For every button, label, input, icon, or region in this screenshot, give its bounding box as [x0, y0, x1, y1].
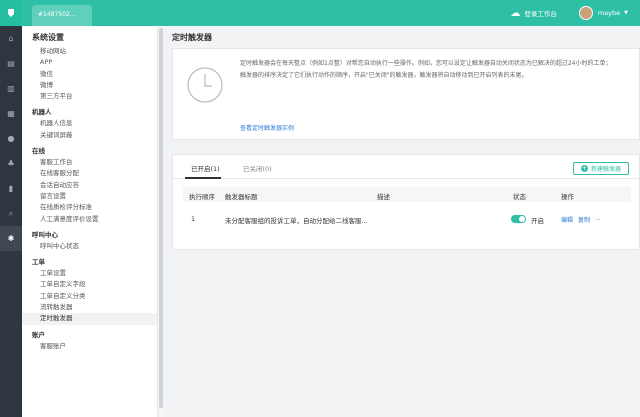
contacts-icon[interactable]: ▦	[0, 101, 22, 126]
sidebar-item-auto-reply[interactable]: 会话自动应答	[22, 180, 157, 191]
scrollbar-thumb[interactable]	[159, 28, 163, 408]
sidebar-item-agent-account[interactable]: 客服账户	[22, 341, 157, 352]
row-title: 未分配客服组的投诉工单，自动分配给二线客服...	[225, 217, 368, 225]
group-icon[interactable]: ♣	[0, 151, 22, 176]
workspace-link[interactable]: 登录工作台	[524, 8, 557, 18]
group-title-ticket: 工单	[32, 258, 45, 267]
sidebar-item-keyword-block[interactable]: 关键词屏蔽	[22, 130, 157, 141]
new-trigger-button[interactable]: + 新建触发器	[573, 162, 629, 175]
top-bar: #1487502... ☁ 登录工作台 maybe ▼	[22, 0, 640, 26]
gear-icon[interactable]: ✱	[0, 226, 22, 251]
tab-enabled[interactable]: 已开启(1)	[191, 163, 220, 173]
col-actions: 操作	[561, 193, 574, 201]
row-order: 1	[191, 215, 196, 223]
copy-link[interactable]: 复制	[578, 215, 590, 224]
sidebar-item-quality-standard[interactable]: 在线质检评分标准	[22, 202, 157, 213]
cloud-icon: ☁	[510, 7, 521, 19]
logo-icon	[0, 0, 22, 26]
sidebar-item-ticket-custom-fields[interactable]: 工单自定义字段	[22, 279, 157, 290]
info-text: 定时触发器会在每天整点（例如1点整）对帮您自动执行一些操作。例如，您可以设定让触…	[240, 59, 632, 83]
list-icon[interactable]: ▤	[0, 51, 22, 76]
plus-icon: +	[580, 165, 588, 172]
col-status: 状态	[513, 193, 526, 201]
edit-link[interactable]: 编辑	[561, 215, 573, 224]
col-title: 触发器标题	[225, 193, 258, 201]
top-bar-right: ☁ 登录工作台 maybe ▼	[510, 0, 628, 26]
sidebar-item-satisfaction[interactable]: 人工满意度评价设置	[22, 214, 157, 225]
group-title-online: 在线	[32, 147, 45, 156]
chart-icon[interactable]: ▮	[0, 176, 22, 201]
tab-disabled[interactable]: 已关闭(0)	[243, 163, 272, 173]
info-line-2: 触发器的排序决定了它们执行动作的顺序，开启"已关闭"的触发器，触发器将自动移动到…	[240, 72, 528, 79]
group-title-robot: 机器人	[32, 108, 52, 117]
group-title-call-center: 呼叫中心	[32, 230, 58, 239]
sidebar-item-agent-workspace[interactable]: 客服工作台	[22, 157, 157, 168]
document-icon[interactable]: ▥	[0, 76, 22, 101]
tab-underline	[185, 177, 221, 179]
user-name[interactable]: maybe	[598, 9, 620, 17]
clock-icon	[187, 67, 223, 103]
info-card: 定时触发器会在每天整点（例如1点整）对帮您自动执行一些操作。例如，您可以设定让触…	[172, 48, 640, 140]
ticket-tab[interactable]: #1487502...	[32, 5, 92, 26]
group-title-account: 账户	[32, 330, 45, 339]
examples-link[interactable]: 查看定时触发器实例	[240, 123, 294, 132]
avatar[interactable]	[578, 6, 593, 20]
sidebar-item-message-settings[interactable]: 留言设置	[22, 191, 157, 202]
settings-sidebar: 系统设置 移动网站 APP 微信 微博 第三方平台 机器人 机器人信息 关键词屏…	[22, 26, 158, 417]
page-title: 定时触发器	[172, 33, 212, 42]
sidebar-item-third-party[interactable]: 第三方平台	[22, 91, 157, 102]
status-toggle[interactable]	[511, 215, 526, 223]
col-description: 描述	[377, 193, 390, 201]
sidebar-item-ticket-settings[interactable]: 工单设置	[22, 268, 157, 279]
new-trigger-label: 新建触发器	[590, 166, 621, 173]
toggle-knob	[519, 216, 525, 222]
sidebar-item-mobile-site[interactable]: 移动网站	[22, 46, 157, 57]
sidebar-item-wechat[interactable]: 微信	[22, 69, 157, 80]
sidebar-title: 系统设置	[32, 33, 64, 42]
sidebar-item-timed-trigger[interactable]: 定时触发器	[22, 313, 157, 325]
sidebar-item-flow-trigger[interactable]: 流转触发器	[22, 302, 157, 313]
sidebar-item-robot-info[interactable]: 机器人信息	[22, 118, 157, 129]
user-icon[interactable]: ●	[0, 126, 22, 151]
sidebar-item-weibo[interactable]: 微博	[22, 80, 157, 91]
sidebar-item-online-assignment[interactable]: 在线客服分配	[22, 168, 157, 179]
sidebar-item-app[interactable]: APP	[22, 57, 157, 68]
sidebar-item-ticket-custom-categories[interactable]: 工单自定义分类	[22, 291, 157, 302]
icon-rail: ⌂ ▤ ▥ ▦ ● ♣ ▮ ⌕ ✱	[0, 0, 22, 417]
table-row: 1 未分配客服组的投诉工单，自动分配给二线客服... 开启 编辑 复制 ...	[183, 212, 631, 226]
status-label: 开启	[531, 217, 544, 225]
table-header: 执行顺序 触发器标题 描述 状态 操作	[183, 187, 631, 202]
home-icon[interactable]: ⌂	[0, 26, 22, 51]
sidebar-item-call-center-status[interactable]: 呼叫中心状态	[22, 241, 157, 252]
info-line-1: 定时触发器会在每天整点（例如1点整）对帮您自动执行一些操作。例如，您可以设定让触…	[240, 60, 612, 67]
search-icon[interactable]: ⌕	[0, 201, 22, 226]
more-link[interactable]: ...	[595, 215, 601, 222]
main-content: 定时触发器 定时触发器会在每天整点（例如1点整）对帮您自动执行一些操作。例如，您…	[164, 26, 640, 417]
chevron-down-icon[interactable]: ▼	[624, 10, 628, 16]
trigger-tabs: 已开启(1) 已关闭(0) + 新建触发器	[173, 155, 639, 179]
col-order: 执行顺序	[189, 193, 215, 201]
trigger-list-card: 已开启(1) 已关闭(0) + 新建触发器 执行顺序 触发器标题 描述 状态 操…	[172, 154, 640, 250]
